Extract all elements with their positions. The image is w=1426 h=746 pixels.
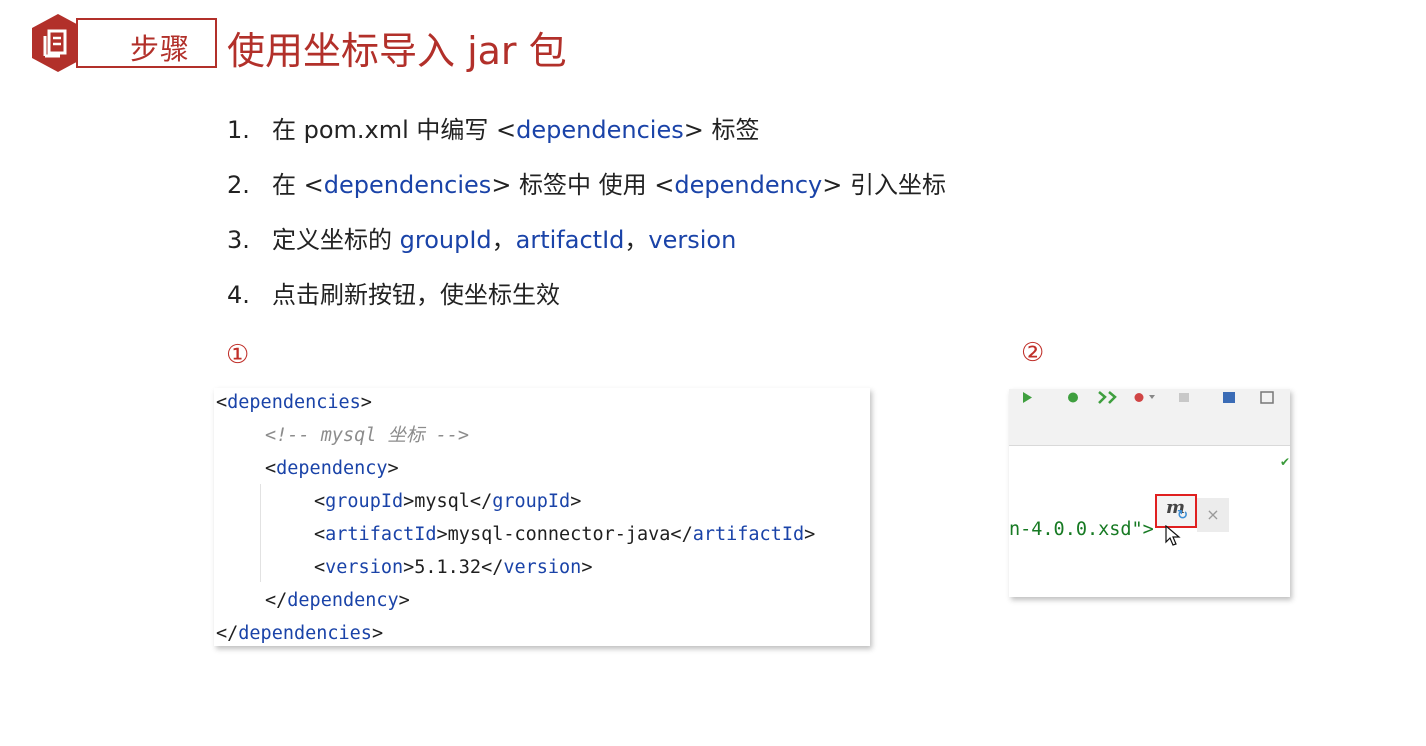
step-keyword: dependencies <box>323 171 492 199</box>
code-line: </dependencies> <box>216 623 384 644</box>
step-item: 1. 在 pom.xml 中编写 <dependencies> 标签 <box>227 111 946 166</box>
ide-screenshot-panel: ✔ n-4.0.0.xsd"> m ↻ × <box>1009 389 1290 597</box>
step-item: 3. 定义坐标的 groupId，artifactId，version <box>227 221 946 276</box>
toolbar-icons <box>1023 391 1274 404</box>
step-keyword: groupId <box>399 226 492 254</box>
code-snippet-panel: <dependencies> <!-- mysql 坐标 --> <depend… <box>214 388 870 646</box>
refresh-icon: ↻ <box>1177 508 1188 523</box>
step-text: 点击刷新按钮，使坐标生效 <box>272 281 560 309</box>
code-line: </dependency> <box>265 590 410 611</box>
profile-icon <box>1134 393 1144 402</box>
structure-icon <box>1223 392 1235 403</box>
step-number: 2. <box>227 171 250 199</box>
code-line: <groupId>mysql</groupId> <box>314 491 582 512</box>
marker-one: ① <box>226 340 250 370</box>
step-text: 定义坐标的 <box>272 226 400 254</box>
code-line: <dependencies> <box>216 392 372 413</box>
marker-two: ② <box>1021 338 1045 368</box>
layout-icon <box>1260 391 1274 404</box>
step-item: 4. 点击刷新按钮，使坐标生效 <box>227 276 946 331</box>
step-text: ， <box>491 226 516 254</box>
chevron-down-icon <box>1149 395 1155 399</box>
run-icon <box>1023 392 1032 403</box>
maven-reload-button[interactable]: m ↻ <box>1155 494 1197 528</box>
badge-box: 步骤 <box>76 18 217 68</box>
step-item: 2. 在 <dependencies> 标签中 使用 <dependency> 引… <box>227 166 946 221</box>
step-keyword: artifactId <box>515 226 625 254</box>
xml-attribute-value: n-4.0.0.xsd"> <box>1009 519 1154 540</box>
step-number: 4. <box>227 281 250 309</box>
badge-label: 步骤 <box>130 32 191 66</box>
stop-icon <box>1179 393 1189 402</box>
step-text: 在 pom.xml 中编写 < <box>272 116 517 144</box>
page-title: 使用坐标导入 jar 包 <box>227 29 567 73</box>
code-line: <version>5.1.32</version> <box>314 557 593 578</box>
check-icon: ✔ <box>1280 455 1290 469</box>
ide-toolbar <box>1009 389 1290 446</box>
debug-icon <box>1068 392 1078 403</box>
mouse-cursor-icon <box>1165 525 1181 546</box>
step-keyword: version <box>648 226 737 254</box>
step-keyword: dependencies <box>516 116 684 144</box>
step-text: > 引入坐标 <box>822 171 946 199</box>
step-text: > 标签 <box>683 116 760 144</box>
steps-list: 1. 在 pom.xml 中编写 <dependencies> 标签 2. 在 <d… <box>227 111 946 331</box>
indent-guide <box>260 484 261 582</box>
code-comment: <!-- mysql 坐标 --> <box>265 425 470 446</box>
step-keyword: dependency <box>674 171 823 199</box>
close-button[interactable]: × <box>1197 498 1229 532</box>
step-number: 1. <box>227 116 250 144</box>
step-number: 3. <box>227 226 250 254</box>
section-badge: 步骤 <box>30 14 217 72</box>
coverage-icon <box>1098 391 1117 404</box>
code-line: <dependency> <box>265 458 399 479</box>
step-text: > 标签中 使用 < <box>491 171 675 199</box>
code-line: <artifactId>mysql-connector-java</artifa… <box>314 524 816 545</box>
step-text: 在 < <box>272 171 324 199</box>
step-text: ， <box>624 226 649 254</box>
